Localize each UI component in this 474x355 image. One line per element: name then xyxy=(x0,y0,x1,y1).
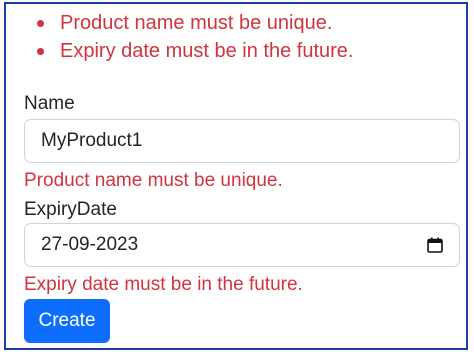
bullet-icon xyxy=(37,20,44,27)
validation-summary-item: Expiry date must be in the future. xyxy=(24,38,456,66)
calendar-icon[interactable] xyxy=(427,237,443,253)
validation-summary-text: Product name must be unique. xyxy=(60,12,333,34)
validation-summary-item: Product name must be unique. xyxy=(24,10,456,38)
expiry-date-error: Expiry date must be in the future. xyxy=(24,274,303,295)
expiry-date-input-value: 27-09-2023 xyxy=(41,234,139,255)
bullet-icon xyxy=(37,48,44,55)
name-error: Product name must be unique. xyxy=(24,170,283,191)
name-input[interactable]: MyProduct1 xyxy=(24,119,460,163)
name-input-value: MyProduct1 xyxy=(41,130,143,151)
form-container: Product name must be unique. Expiry date… xyxy=(4,2,468,350)
validation-summary: Product name must be unique. Expiry date… xyxy=(24,10,456,66)
expiry-date-label: ExpiryDate xyxy=(24,199,117,220)
name-label: Name xyxy=(24,93,75,114)
validation-summary-text: Expiry date must be in the future. xyxy=(60,40,354,62)
create-button[interactable]: Create xyxy=(24,299,110,343)
expiry-date-input[interactable]: 27-09-2023 xyxy=(24,223,460,267)
